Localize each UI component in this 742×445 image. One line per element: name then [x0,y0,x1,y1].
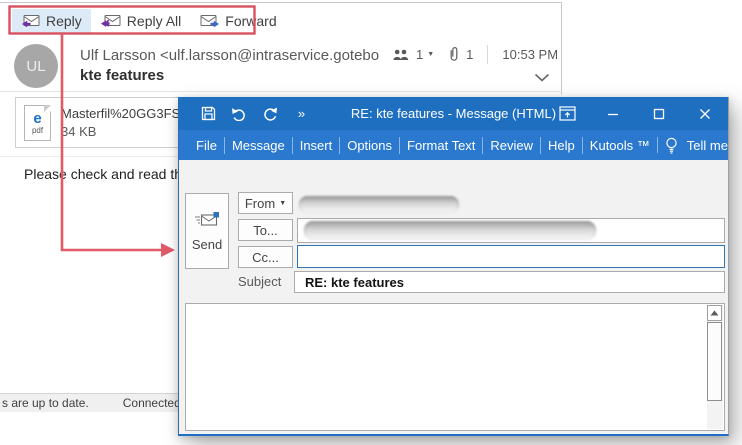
forward-label: Forward [225,12,277,29]
tab-message[interactable]: Message [223,136,292,154]
reply-button[interactable]: Reply [12,8,91,33]
pdf-file-icon: e pdf [24,104,51,141]
to-button[interactable]: To... [238,219,293,241]
pdf-icon-letter: e [33,109,42,127]
body-scrollbar[interactable] [707,305,723,429]
chevron-down-icon[interactable] [534,73,550,82]
to-label: To... [253,222,278,238]
from-button[interactable]: From ▼ [238,192,293,214]
cc-field[interactable] [297,245,725,268]
attachment-size: 34 KB [61,124,97,139]
lightbulb-icon [658,137,685,154]
from-dropdown-icon: ▼ [279,199,287,207]
ribbon-tab-row: File Message Insert Options Format Text … [179,130,728,160]
save-icon[interactable] [199,105,217,123]
from-address-redacted [299,196,459,213]
compose-titlebar[interactable]: » RE: kte features - Message (HTML) [179,97,728,130]
compose-window: » RE: kte features - Message (HTML) File… [178,97,729,436]
tab-format-text[interactable]: Format Text [399,136,482,154]
window-controls [544,97,728,130]
pdf-icon-label: pdf [31,125,44,135]
tab-file[interactable]: File [189,137,224,154]
reply-all-envelope-icon [100,14,121,27]
recipient-count[interactable]: 1 [416,47,423,62]
qat-customize-icon[interactable]: » [292,105,310,123]
cc-label: Cc... [252,249,279,265]
recipients-dropdown-icon[interactable]: ▼ [427,51,434,58]
paperclip-icon [450,46,458,61]
meta-divider [487,44,489,64]
reply-all-label: Reply All [126,12,182,29]
message-meta: 1 ▼ 1 10:53 PM [392,44,558,64]
message-time: 10:53 PM [502,46,559,62]
tab-options[interactable]: Options [339,136,399,154]
message-body-text: Please check and read thi [24,166,186,182]
tab-kutools[interactable]: Kutools ™ [581,136,657,154]
tab-review[interactable]: Review [482,136,540,154]
reply-label: Reply [46,12,82,29]
undo-icon[interactable] [230,105,248,123]
subject-field[interactable]: RE: kte features [294,271,725,293]
tab-help[interactable]: Help [540,136,582,154]
compose-form: Send From ▼ To... Cc... Subject RE: kte … [179,160,728,434]
to-address-redacted [304,221,596,240]
subject-label: Subject [238,274,282,289]
from-label: From [244,195,276,211]
header-divider [0,91,562,92]
pane-right-border [561,2,562,94]
scroll-up-arrow-icon [710,310,719,316]
reply-envelope-icon [22,14,40,27]
attachment-info: Masterfil%20GG3FSK_ 34 KB [61,106,179,139]
attachment-count[interactable]: 1 [466,47,473,62]
message-body-editor[interactable] [185,303,725,431]
forward-button[interactable]: Forward [190,9,285,33]
close-button[interactable] [682,97,728,130]
minimize-button[interactable] [590,97,636,130]
cc-button[interactable]: Cc... [238,246,293,268]
scroll-up-button[interactable] [707,305,722,321]
attachment-filename: Masterfil%20GG3FSK_ [61,106,179,121]
to-field[interactable] [297,218,725,243]
forward-envelope-icon [200,14,220,27]
quick-access-toolbar: » [199,105,310,123]
pane-top-border [0,2,562,3]
send-envelope-icon [195,212,219,226]
send-label: Send [191,237,223,252]
reply-all-button[interactable]: Reply All [91,9,190,33]
tab-insert[interactable]: Insert [291,136,340,154]
tell-me-box[interactable]: Tell me [685,138,734,153]
avatar-initials: UL [26,57,46,75]
avatar: UL [14,44,58,88]
message-subject: kte features [80,67,165,84]
maximize-button[interactable] [636,97,682,130]
response-toolbar: Reply Reply All Forward [12,8,286,33]
recipients-icon [393,49,409,60]
scrollbar-thumb[interactable] [707,322,722,401]
screenshot-canvas: Reply Reply All Forward UL Ulf Larsson <… [0,0,742,445]
sync-status-text: s are up to date. [2,396,89,410]
sender-address[interactable]: Ulf Larsson <ulf.larsson@intraservice.go… [80,47,382,64]
redo-icon[interactable] [261,105,279,123]
send-button[interactable]: Send [185,193,229,269]
ribbon-display-options-icon[interactable] [544,97,590,130]
